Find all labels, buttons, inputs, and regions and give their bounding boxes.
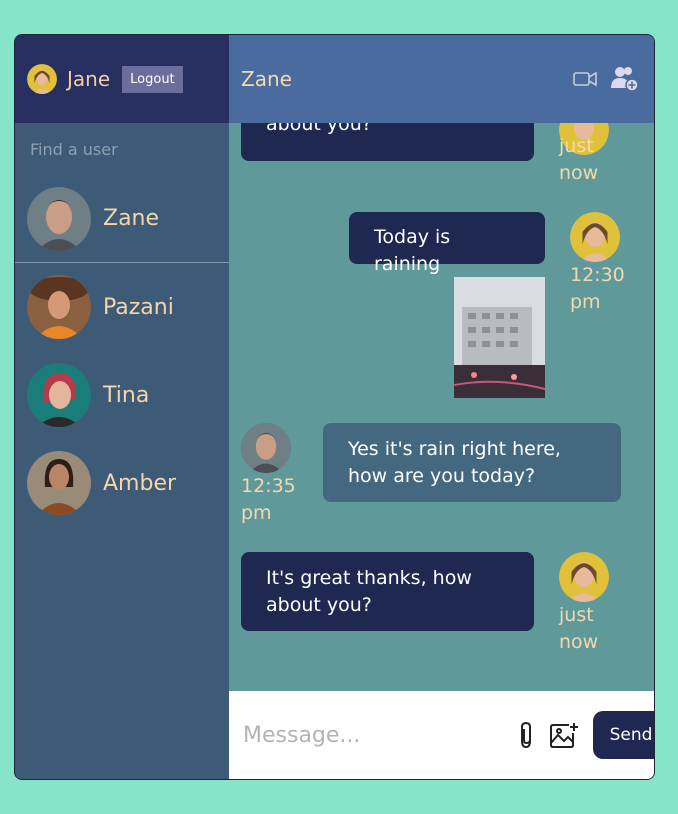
- message-time: just now: [559, 135, 599, 184]
- paperclip-icon[interactable]: [517, 721, 535, 749]
- user-name: Tina: [103, 382, 150, 408]
- sidebar: Jane Logout Zane Pazani Tina Am: [15, 35, 229, 779]
- menu-icon[interactable]: [653, 72, 654, 86]
- user-name: Pazani: [103, 294, 174, 320]
- sidebar-header: Jane Logout: [15, 35, 229, 123]
- user-list-item-amber[interactable]: Amber: [15, 439, 229, 527]
- zane-avatar: [27, 186, 91, 251]
- amber-avatar: [27, 451, 91, 515]
- message-time: 12:35 pm: [241, 475, 296, 524]
- message-time: just now: [559, 604, 599, 653]
- message-text: Today is raining: [374, 226, 451, 275]
- message-bubble: Yes it's rain right here, how are you to…: [323, 423, 621, 502]
- chat-header-actions: [573, 66, 654, 92]
- current-user-name: Jane: [67, 67, 111, 91]
- add-user-icon[interactable]: [611, 66, 639, 92]
- jane-avatar: [570, 212, 620, 262]
- message-list: about you? just now Today is raining 12:…: [229, 123, 654, 691]
- add-image-icon[interactable]: [549, 721, 579, 749]
- current-user-avatar: [27, 64, 57, 94]
- zane-avatar: [241, 423, 291, 473]
- user-list-item-tina[interactable]: Tina: [15, 351, 229, 439]
- send-button[interactable]: Send: [593, 711, 654, 759]
- message-text: about you?: [266, 123, 372, 135]
- user-name: Amber: [103, 470, 177, 496]
- message-bubble: It's great thanks, how about you?: [241, 552, 534, 631]
- message-bubble: Today is raining: [349, 212, 545, 275]
- chat-panel: Zane about you? just now Today is rainin…: [229, 35, 654, 779]
- video-camera-icon[interactable]: [573, 71, 597, 87]
- user-list-item-zane[interactable]: Zane: [15, 175, 229, 263]
- message-image[interactable]: [453, 277, 546, 398]
- tina-avatar: [27, 363, 91, 427]
- message-composer: Send: [229, 691, 654, 779]
- pazani-avatar: [27, 275, 91, 339]
- jane-avatar: [559, 552, 609, 602]
- message-input[interactable]: [243, 722, 517, 748]
- user-name: Zane: [103, 206, 160, 231]
- user-list-item-pazani[interactable]: Pazani: [15, 263, 229, 351]
- message-time: 12:30 pm: [570, 264, 625, 313]
- message-text: It's great thanks, how about you?: [266, 567, 472, 616]
- chat-app: Jane Logout Zane Pazani Tina Am: [14, 34, 655, 780]
- message-text: Yes it's rain right here, how are you to…: [348, 438, 561, 487]
- chat-header: Zane: [229, 35, 654, 123]
- user-search-input[interactable]: [15, 123, 229, 175]
- chat-title: Zane: [241, 67, 292, 91]
- message-bubble: about you?: [241, 123, 534, 161]
- logout-button[interactable]: Logout: [122, 65, 183, 93]
